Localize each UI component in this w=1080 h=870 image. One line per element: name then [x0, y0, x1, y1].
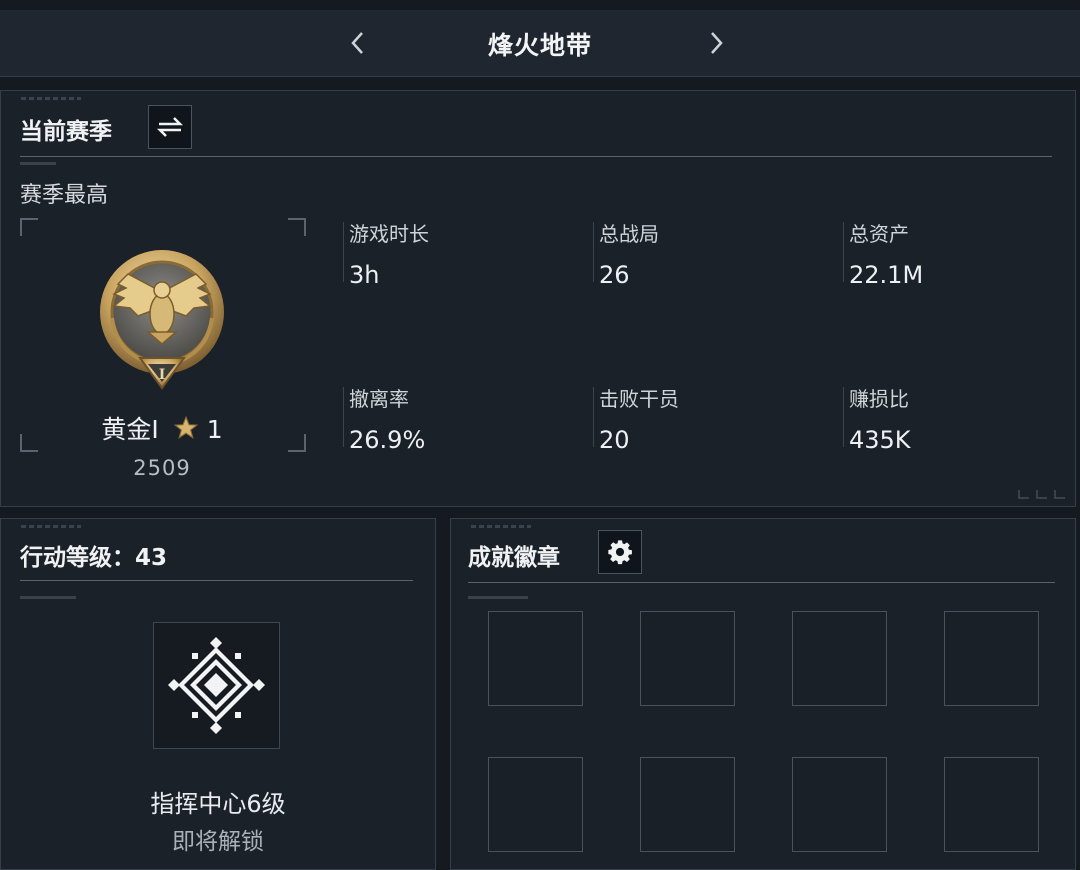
action-level-title: 行动等级：43 [20, 545, 168, 571]
badge-slot[interactable] [792, 757, 887, 852]
achievements-divider [468, 582, 1055, 583]
stat-label: 游戏时长 [349, 222, 429, 246]
achievements-settings-button[interactable] [598, 530, 642, 574]
decor-code [21, 97, 81, 100]
chevron-right-icon[interactable] [701, 28, 731, 58]
decor-code [20, 162, 56, 165]
decor-code [20, 596, 76, 599]
emblem-numeral: I [159, 367, 166, 383]
decor-code [468, 596, 528, 599]
badge-slot[interactable] [488, 611, 583, 706]
decor-corner-marks [1018, 490, 1065, 499]
stat-profit-loss-ratio: 赚损比 435K [843, 383, 911, 454]
achievements-title: 成就徽章 [468, 545, 560, 571]
stat-label: 击败干员 [599, 387, 679, 411]
decor-code [471, 525, 531, 528]
stat-extraction-rate: 撤离率 26.9% [343, 383, 426, 454]
stat-playtime: 游戏时长 3h [343, 218, 429, 289]
frame-corner [20, 218, 38, 236]
gear-icon [608, 540, 632, 565]
rank-name-row: 黄金I 1 [20, 410, 304, 446]
stat-value: 20 [599, 426, 630, 454]
stat-value: 26 [599, 261, 630, 289]
rank-name: 黄金I [101, 415, 159, 444]
decor-code [21, 525, 81, 528]
stat-value: 3h [349, 261, 380, 289]
season-best-label: 赛季最高 [20, 183, 109, 208]
star-icon [173, 415, 199, 440]
stat-value: 435K [849, 426, 911, 454]
stat-label: 撤离率 [349, 387, 409, 411]
rank-score: 2509 [133, 456, 191, 480]
stat-total-matches: 总战局 26 [593, 218, 659, 289]
badge-slot[interactable] [944, 757, 1039, 852]
badge-slot[interactable] [488, 757, 583, 852]
command-center-emblem [168, 637, 265, 734]
unlock-subtitle: 即将解锁 [172, 829, 264, 855]
stat-label: 赚损比 [849, 387, 909, 411]
badge-slot[interactable] [792, 611, 887, 706]
gold-eagle-emblem: I [100, 250, 224, 390]
badge-slot[interactable] [944, 611, 1039, 706]
frame-corner [288, 218, 306, 236]
stat-total-assets: 总资产 22.1M [843, 218, 924, 289]
season-divider [20, 156, 1052, 157]
current-season-title: 当前赛季 [20, 119, 112, 145]
unlock-title: 指挥中心6级 [150, 790, 286, 818]
rank-stars: 1 [206, 415, 223, 444]
stat-value: 22.1M [849, 261, 924, 289]
stat-value: 26.9% [349, 426, 426, 454]
stat-label: 总资产 [849, 222, 909, 246]
top-bar: 烽火地带 [0, 10, 1080, 77]
badge-slot[interactable] [640, 611, 735, 706]
badge-slot[interactable] [640, 757, 735, 852]
switch-season-button[interactable] [148, 105, 192, 149]
command-center-emblem-frame[interactable] [153, 622, 280, 749]
stat-operators-defeated: 击败干员 20 [593, 383, 679, 454]
switch-arrows-icon [156, 117, 184, 137]
stat-label: 总战局 [599, 222, 659, 246]
action-level-divider [20, 580, 413, 581]
mode-title: 烽火地带 [487, 31, 592, 60]
